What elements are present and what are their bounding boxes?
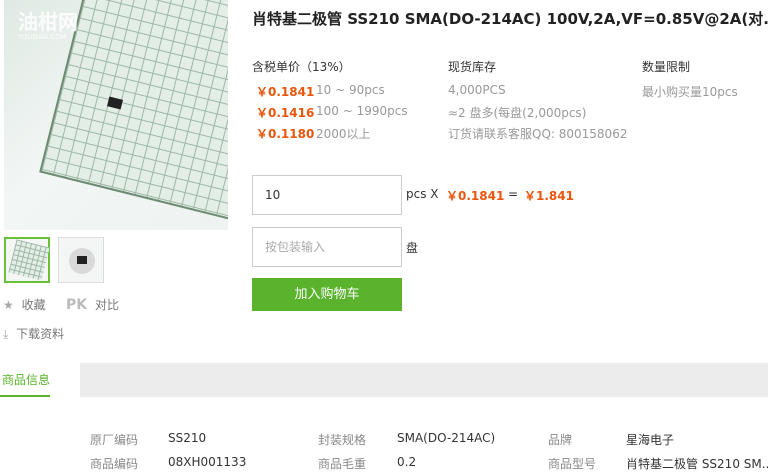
spec-label: 原厂编码 <box>90 433 139 447</box>
watermark-logo: 油柑网 <box>18 10 78 34</box>
spec-value: 0.2 <box>397 455 417 469</box>
spec-value: SMA(DO-214AC) <box>397 431 496 445</box>
spec-label: 商品编码 <box>90 457 139 471</box>
download-icon: ⤓ <box>3 327 9 341</box>
reel-input[interactable]: 按包装输入 <box>252 227 402 267</box>
thumbnail-1[interactable] <box>4 237 50 283</box>
stock-header: 现货库存 <box>448 60 497 74</box>
compare-label: 对比 <box>94 298 119 312</box>
thumbnail-chip-graphic <box>77 256 87 264</box>
product-title: 肖特基二极管 SS210 SMA(DO-214AC) 100V,2A,VF=0.… <box>252 10 768 28</box>
limit-header: 数量限制 <box>642 60 691 74</box>
stock-qty: 4,000PCS <box>448 83 506 97</box>
thumbnail-2[interactable] <box>58 237 104 283</box>
stock-reels: ≈2 盘多(每盘(2,000pcs) <box>448 106 587 120</box>
spec-label: 封装规格 <box>318 433 367 447</box>
tier-range-3: 2000以上 <box>316 127 371 141</box>
favorite-link[interactable]: ★ 收藏 <box>3 296 46 313</box>
favorite-label: 收藏 <box>21 298 46 312</box>
star-icon: ★ <box>3 298 14 312</box>
tier-price-3: ￥0.1180 <box>256 127 315 141</box>
pk-icon: PK <box>66 297 88 313</box>
download-label: 下载资料 <box>16 327 65 341</box>
quantity-input[interactable]: 10 <box>252 175 402 215</box>
spec-label: 品牌 <box>548 433 573 447</box>
equals-sign: = <box>508 187 519 201</box>
total-price: ￥1.841 <box>524 189 574 203</box>
tab-product-info[interactable]: 商品信息 <box>0 363 80 397</box>
spec-value: SS210 <box>168 431 207 445</box>
spec-label: 商品毛重 <box>318 457 367 471</box>
tab-bar <box>0 363 768 397</box>
watermark-subtext: YOUGAN.COM <box>18 33 67 41</box>
spec-value: 星海电子 <box>626 433 675 447</box>
spec-label: 商品型号 <box>548 457 597 471</box>
limit-min: 最小购买量10pcs <box>642 85 738 99</box>
spec-value: 肖特基二极管 SS210 SM... <box>626 457 768 471</box>
stock-contact: 订货请联系客服QQ: 800158062 <box>448 127 628 141</box>
unit-label: pcs X <box>406 187 439 201</box>
price-header: 含税单价（13%） <box>252 60 351 74</box>
download-link[interactable]: ⤓ 下载资料 <box>3 325 64 342</box>
tier-price-1: ￥0.1841 <box>256 85 315 99</box>
tier-range-1: 10 ~ 90pcs <box>316 83 385 97</box>
add-to-cart-button[interactable]: 加入购物车 <box>252 278 402 311</box>
compare-link[interactable]: PK 对比 <box>66 296 119 313</box>
unit-price: ￥0.1841 <box>446 189 505 203</box>
spec-value: 08XH001133 <box>168 455 247 469</box>
product-main-image[interactable]: 油柑网 YOUGAN.COM <box>4 0 228 230</box>
tier-price-2: ￥0.1416 <box>256 106 315 120</box>
tier-range-2: 100 ~ 1990pcs <box>316 104 408 118</box>
tab-active-indicator <box>0 395 50 397</box>
thumbnail-grid-graphic <box>8 239 50 281</box>
reel-unit-label: 盘 <box>406 241 419 255</box>
